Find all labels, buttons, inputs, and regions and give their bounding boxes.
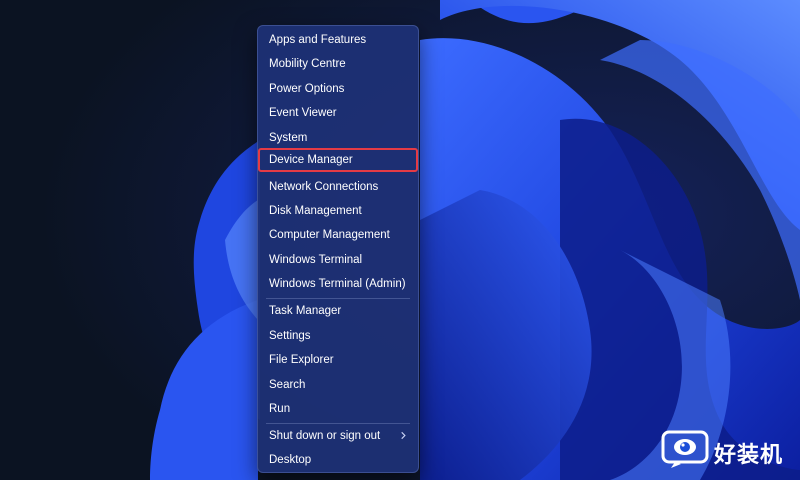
eye-monitor-icon (661, 430, 709, 468)
menu-item-search[interactable]: Search (258, 373, 418, 397)
menu-item-shut-down-or-sign-out[interactable]: Shut down or sign out (258, 424, 418, 448)
watermark-text: 好装机 (714, 443, 784, 468)
menu-item-apps-and-features[interactable]: Apps and Features (258, 28, 418, 52)
menu-item-label: Shut down or sign out (269, 430, 381, 442)
menu-item-run[interactable]: Run (258, 397, 418, 421)
menu-item-desktop[interactable]: Desktop (258, 448, 418, 472)
menu-item-disk-management[interactable]: Disk Management (258, 199, 418, 223)
menu-item-file-explorer[interactable]: File Explorer (258, 348, 418, 372)
menu-item-windows-terminal-admin[interactable]: Windows Terminal (Admin) (258, 272, 418, 296)
menu-item-device-manager[interactable]: Device Manager (258, 148, 418, 172)
menu-item-system[interactable]: System (258, 126, 418, 150)
menu-item-computer-management[interactable]: Computer Management (258, 223, 418, 247)
menu-item-windows-terminal[interactable]: Windows Terminal (258, 248, 418, 272)
menu-item-power-options[interactable]: Power Options (258, 77, 418, 101)
site-watermark-logo: 好装机 (661, 430, 796, 470)
menu-item-event-viewer[interactable]: Event Viewer (258, 101, 418, 125)
menu-item-task-manager[interactable]: Task Manager (258, 299, 418, 323)
menu-item-settings[interactable]: Settings (258, 324, 418, 348)
menu-item-network-connections[interactable]: Network Connections (258, 175, 418, 199)
winx-context-menu: Apps and Features Mobility Centre Power … (257, 25, 419, 473)
menu-item-mobility-centre[interactable]: Mobility Centre (258, 52, 418, 76)
chevron-right-icon (401, 431, 406, 440)
